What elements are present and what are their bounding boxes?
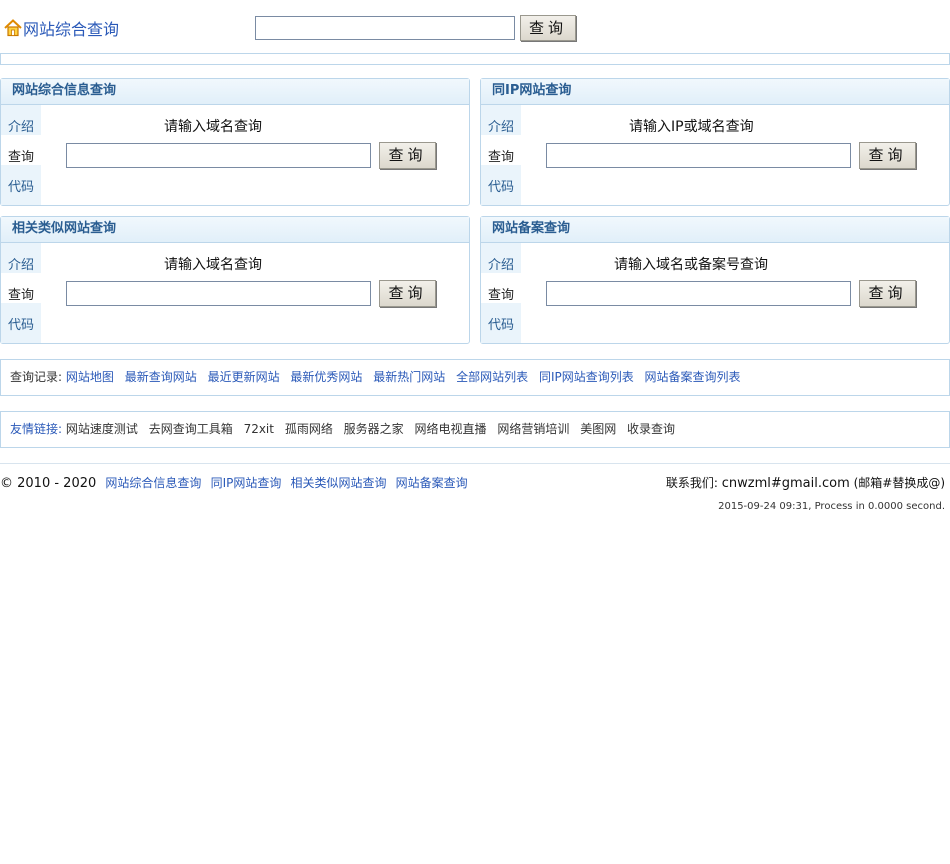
tab-query[interactable]: 查询 xyxy=(1,146,41,165)
panel-icp: 网站备案查询 介绍 查询 代码 请输入域名或备案号查询 查询 xyxy=(480,216,950,344)
domain-input[interactable] xyxy=(66,281,371,306)
tab-query[interactable]: 查询 xyxy=(481,284,521,303)
query-prompt: 请输入IP或域名查询 xyxy=(629,119,754,135)
footer-copyright: © 2010 - 2020 网站综合信息查询 同IP网站查询 相关类似网站查询 … xyxy=(0,474,468,491)
query-records: 查询记录: 网站地图 最新查询网站 最近更新网站 最新优秀网站 最新热门网站 全… xyxy=(0,359,950,396)
friend-link[interactable]: 孤雨网络 xyxy=(285,422,333,436)
record-link[interactable]: 最近更新网站 xyxy=(208,370,280,384)
panel-site-info: 网站综合信息查询 介绍 查询 代码 请输入域名查询 查询 xyxy=(0,78,470,206)
footer-link[interactable]: 同IP网站查询 xyxy=(211,476,282,490)
panel-title: 相关类似网站查询 xyxy=(1,217,469,243)
logo-text: 网站综合查询 xyxy=(23,20,120,39)
contact-note: (邮箱#替换成@) xyxy=(853,476,945,490)
friend-link[interactable]: 收录查询 xyxy=(627,422,675,436)
tab-code[interactable]: 代码 xyxy=(481,314,528,333)
tab-query[interactable]: 查询 xyxy=(1,284,41,303)
footer-link[interactable]: 网站备案查询 xyxy=(396,476,468,490)
tab-query[interactable]: 查询 xyxy=(481,146,521,165)
panel-similar-sites: 相关类似网站查询 介绍 查询 代码 请输入域名查询 查询 xyxy=(0,216,470,344)
tab-code[interactable]: 代码 xyxy=(1,176,48,195)
query-prompt: 请输入域名查询 xyxy=(164,257,262,273)
contact-label: 联系我们: xyxy=(665,476,718,490)
record-link[interactable]: 网站地图 xyxy=(66,370,114,384)
process-status: 2015-09-24 09:31, Process in 0.0000 seco… xyxy=(718,501,945,512)
query-button[interactable]: 查询 xyxy=(379,280,436,307)
friend-link[interactable]: 去网查询工具箱 xyxy=(149,422,233,436)
record-link[interactable]: 全部网站列表 xyxy=(456,370,528,384)
friend-link[interactable]: 服务器之家 xyxy=(344,422,404,436)
record-link[interactable]: 网站备案查询列表 xyxy=(645,370,741,384)
friend-links: 友情链接: 网站速度测试 去网查询工具箱 72xit 孤雨网络 服务器之家 网络… xyxy=(0,411,950,448)
friend-link[interactable]: 72xit xyxy=(244,422,274,436)
tab-intro[interactable]: 介绍 xyxy=(481,254,528,273)
query-records-label: 查询记录: xyxy=(10,370,63,384)
friend-link[interactable]: 网络营销培训 xyxy=(497,422,569,436)
footer-contact: 联系我们: cnwzml#gmail.com (邮箱#替换成@) xyxy=(666,474,945,491)
tab-intro[interactable]: 介绍 xyxy=(481,116,528,135)
panel-title: 网站综合信息查询 xyxy=(1,79,469,105)
tab-code[interactable]: 代码 xyxy=(1,314,48,333)
nav-bar xyxy=(0,53,950,65)
site-logo[interactable]: 网站综合查询 xyxy=(4,16,119,40)
search-button[interactable]: 查询 xyxy=(520,15,576,41)
record-link[interactable]: 最新查询网站 xyxy=(125,370,197,384)
query-button[interactable]: 查询 xyxy=(859,142,916,169)
friend-link[interactable]: 美图网 xyxy=(580,422,616,436)
copyright-text: © 2010 - 2020 xyxy=(0,476,97,491)
record-link[interactable]: 最新优秀网站 xyxy=(290,370,362,384)
footer-link[interactable]: 相关类似网站查询 xyxy=(290,476,386,490)
ip-input[interactable] xyxy=(546,143,851,168)
panel-same-ip: 同IP网站查询 介绍 查询 代码 请输入IP或域名查询 查询 xyxy=(480,78,950,206)
search-input[interactable] xyxy=(255,16,515,40)
domain-input[interactable] xyxy=(66,143,371,168)
home-icon xyxy=(4,19,22,37)
icp-input[interactable] xyxy=(546,281,851,306)
query-prompt: 请输入域名或备案号查询 xyxy=(614,257,768,273)
query-button[interactable]: 查询 xyxy=(859,280,916,307)
panel-title: 同IP网站查询 xyxy=(481,79,949,105)
query-prompt: 请输入域名查询 xyxy=(164,119,262,135)
query-button[interactable]: 查询 xyxy=(379,142,436,169)
top-header: 网站综合查询 查询 xyxy=(0,0,950,52)
footer-divider xyxy=(0,463,950,464)
contact-email: cnwzml#gmail.com xyxy=(721,476,850,491)
tab-intro[interactable]: 介绍 xyxy=(1,116,48,135)
tab-code[interactable]: 代码 xyxy=(481,176,528,195)
friend-link[interactable]: 网站速度测试 xyxy=(66,422,138,436)
record-link[interactable]: 最新热门网站 xyxy=(373,370,445,384)
panel-title: 网站备案查询 xyxy=(481,217,949,243)
friend-links-label: 友情链接: xyxy=(10,422,63,436)
footer-link[interactable]: 网站综合信息查询 xyxy=(105,476,201,490)
friend-link[interactable]: 网络电视直播 xyxy=(415,422,487,436)
record-link[interactable]: 同IP网站查询列表 xyxy=(539,370,634,384)
tab-intro[interactable]: 介绍 xyxy=(1,254,48,273)
